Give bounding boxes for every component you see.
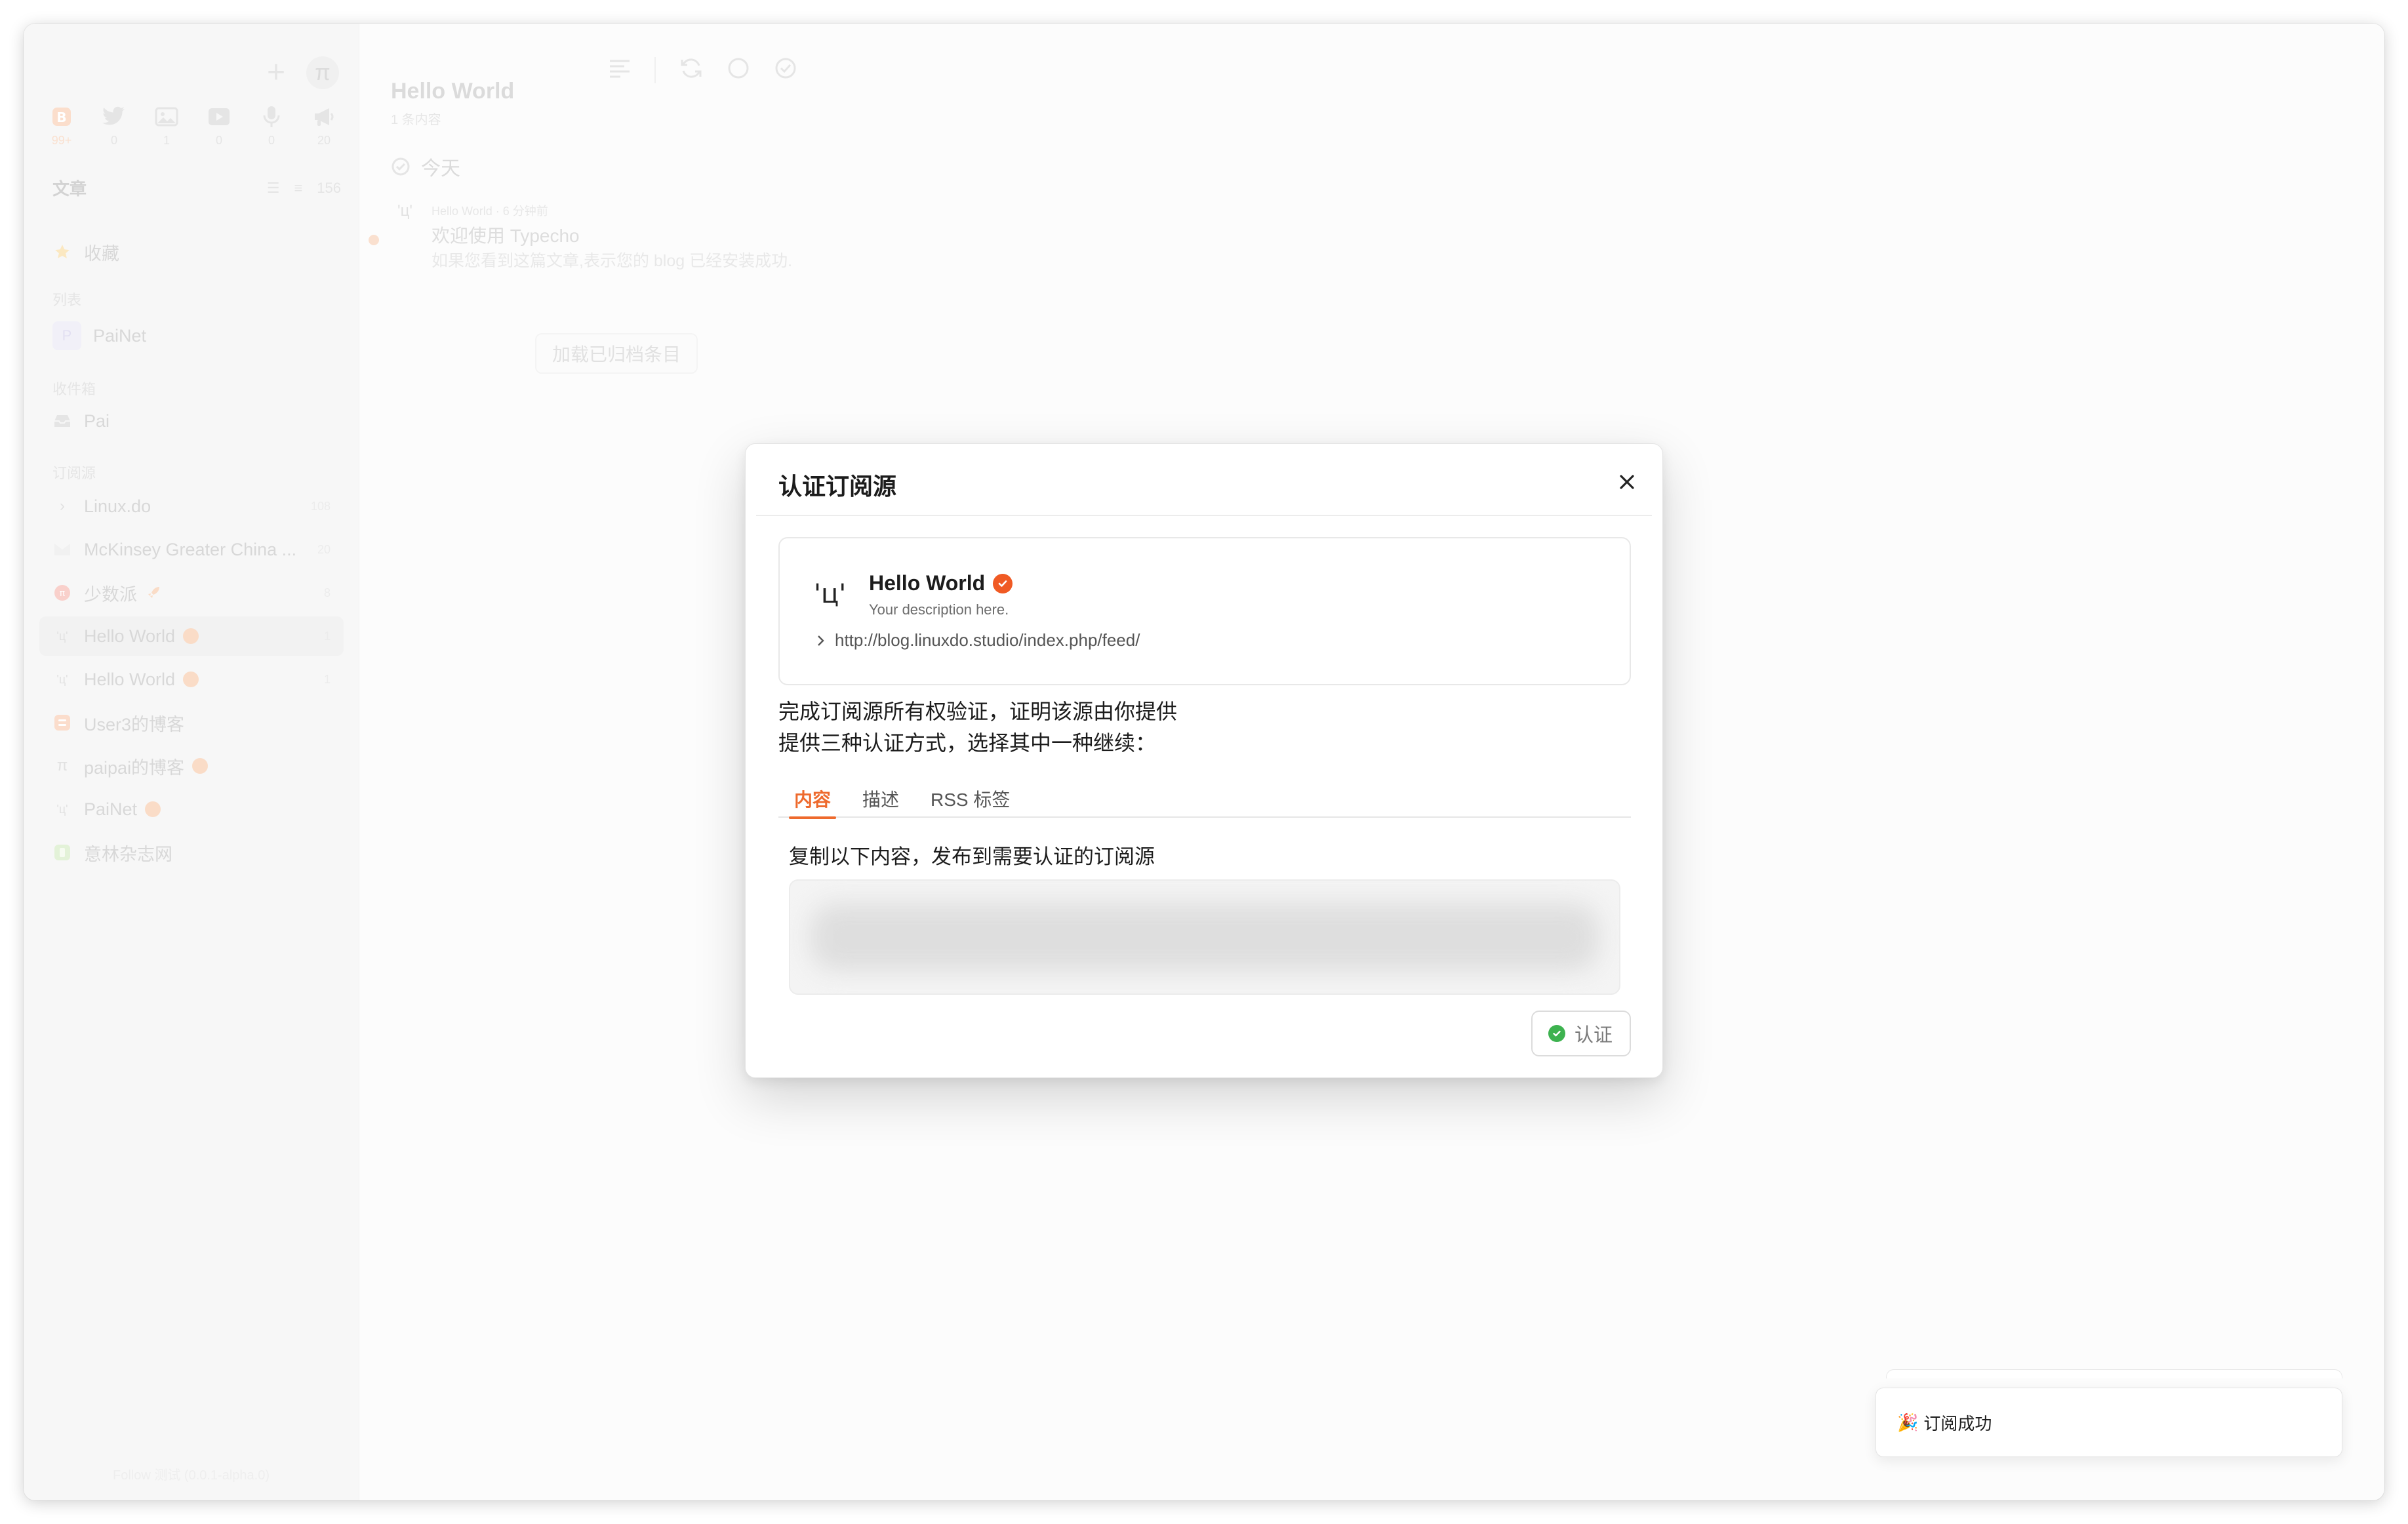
copy-hint: 复制以下内容，发布到需要认证的订阅源 <box>789 845 1155 868</box>
close-icon[interactable] <box>1614 469 1640 495</box>
tab-rss-tag[interactable]: RSS 标签 <box>915 780 1026 818</box>
verified-icon <box>993 573 1013 593</box>
feed-info-card: 'ц' Hello World Your description here. h… <box>778 537 1631 685</box>
dialog-title: 认证订阅源 <box>778 473 897 500</box>
verify-feed-dialog: 认证订阅源 'ц' Hello World Your description h… <box>745 443 1663 1078</box>
verification-code-box[interactable] <box>789 879 1620 995</box>
blurred-code <box>810 903 1599 971</box>
verify-button[interactable]: 认证 <box>1531 1011 1631 1056</box>
toast-stack-behind <box>1886 1369 2342 1378</box>
feed-name: Hello World <box>869 571 986 595</box>
feed-description: Your description here. <box>869 601 1009 618</box>
toast-message: 订阅成功 <box>1923 1413 1992 1434</box>
feed-url: http://blog.linuxdo.studio/index.php/fee… <box>835 630 1140 650</box>
verify-method-tabs: 内容 描述 RSS 标签 <box>778 780 1631 819</box>
tab-description[interactable]: 描述 <box>847 780 915 818</box>
success-toast[interactable]: 🎉 订阅成功 <box>1876 1388 2342 1457</box>
tab-content[interactable]: 内容 <box>778 780 847 819</box>
chevron-right-icon <box>818 635 824 646</box>
feed-avatar: 'ц' <box>814 579 847 609</box>
feed-url-row[interactable]: http://blog.linuxdo.studio/index.php/fee… <box>816 630 1140 651</box>
party-icon: 🎉 <box>1897 1412 1919 1432</box>
check-circle-icon <box>1548 1025 1565 1042</box>
verify-instructions: 完成订阅源所有权验证，证明该源由你提供 提供三种认证方式，选择其中一种继续： <box>778 700 1178 755</box>
